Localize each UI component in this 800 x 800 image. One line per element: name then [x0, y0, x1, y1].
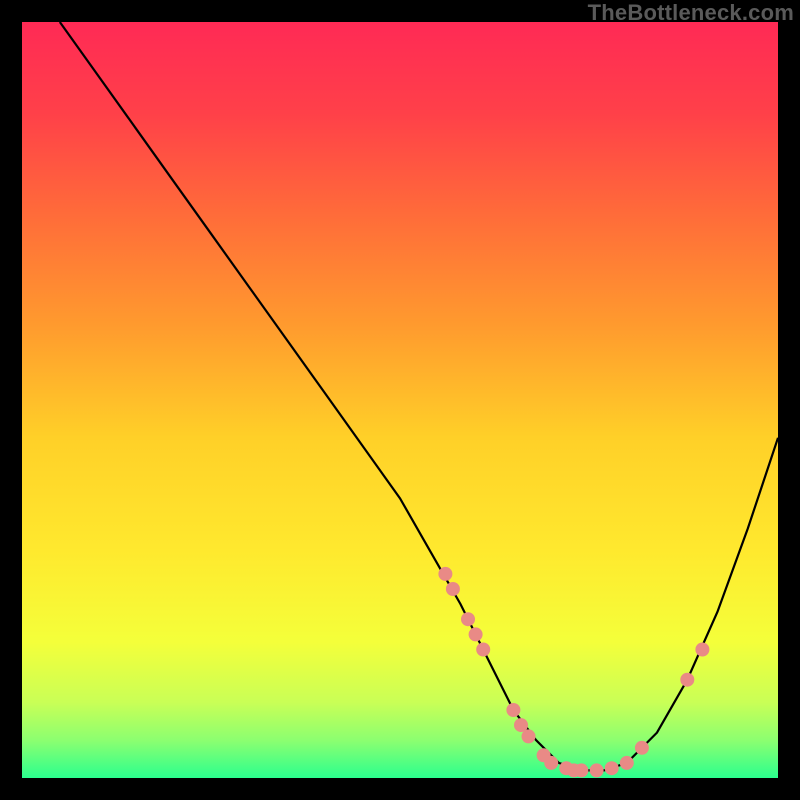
data-marker	[620, 756, 634, 770]
data-marker	[476, 643, 490, 657]
data-marker	[695, 643, 709, 657]
data-marker	[469, 627, 483, 641]
watermark-text: TheBottleneck.com	[588, 0, 794, 26]
data-marker	[635, 741, 649, 755]
data-marker	[544, 756, 558, 770]
data-marker	[680, 673, 694, 687]
gradient-background	[22, 22, 778, 778]
data-marker	[438, 567, 452, 581]
data-marker	[605, 761, 619, 775]
data-marker	[522, 729, 536, 743]
data-marker	[506, 703, 520, 717]
data-marker	[574, 763, 588, 777]
chart-svg	[22, 22, 778, 778]
data-marker	[590, 763, 604, 777]
chart-frame	[22, 22, 778, 778]
data-marker	[461, 612, 475, 626]
data-marker	[446, 582, 460, 596]
